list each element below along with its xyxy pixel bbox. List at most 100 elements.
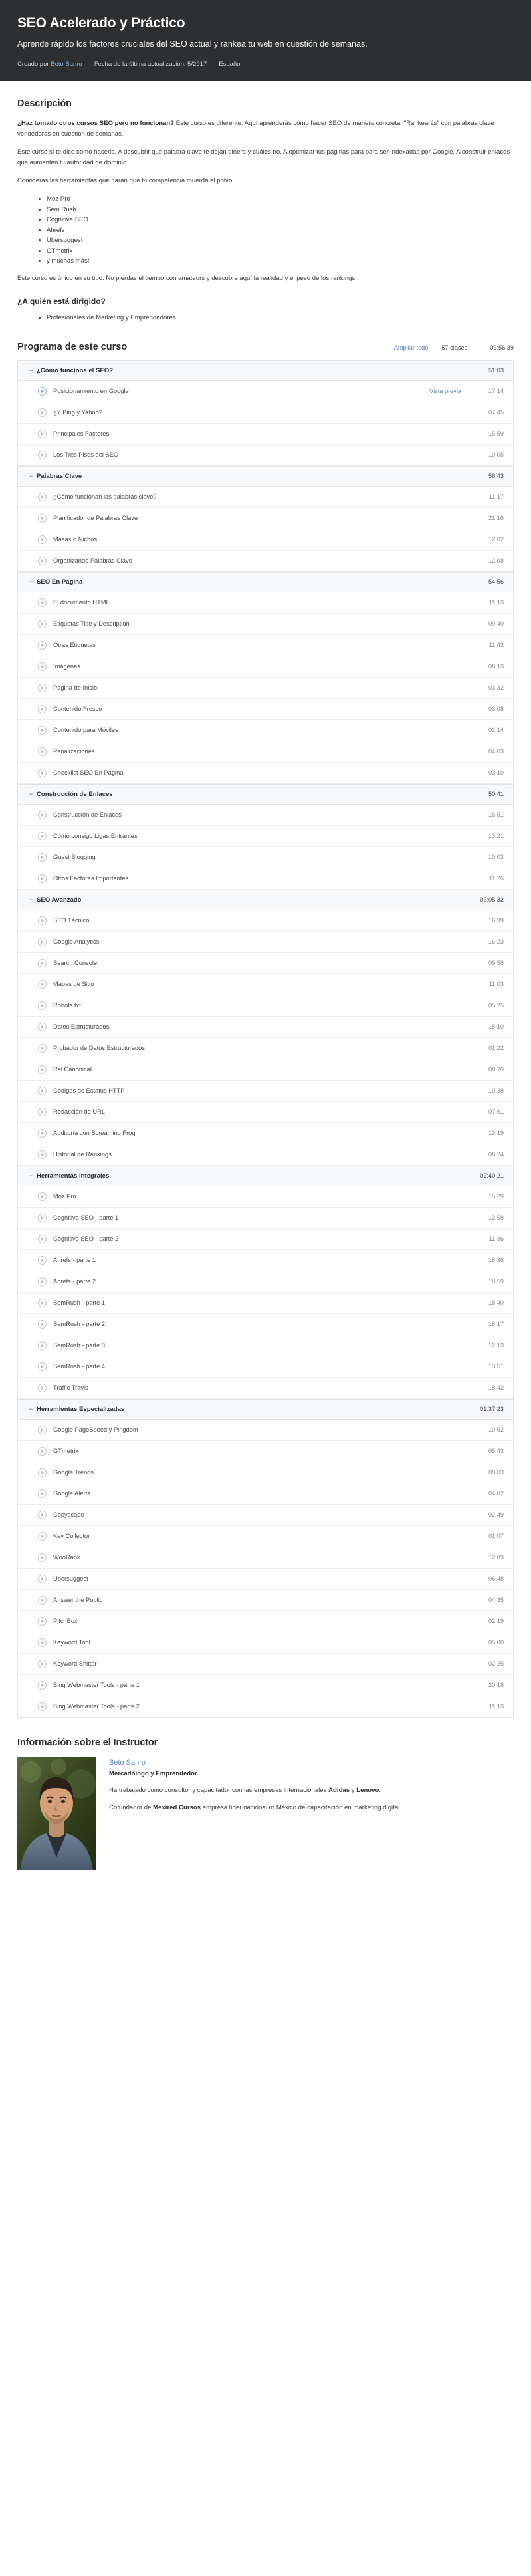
lecture-row[interactable]: SemRush - parte 1 18:40 xyxy=(18,1292,513,1314)
lecture-row[interactable]: Ahrefs - parte 1 18:36 xyxy=(18,1249,513,1271)
play-circle-icon xyxy=(38,1468,47,1477)
author-link[interactable]: Beto Sanro xyxy=(51,61,82,68)
collapse-toggle-icon[interactable]: – xyxy=(29,472,37,480)
section-header[interactable]: – ¿Cómo funciona el SEO? 51:03 xyxy=(18,360,513,381)
lecture-row[interactable]: El documento HTML 11:13 xyxy=(18,592,513,614)
lecture-row[interactable]: Google Alerts 04:02 xyxy=(18,1483,513,1505)
lecture-row[interactable]: Copyscape 02:49 xyxy=(18,1504,513,1526)
lecture-row[interactable]: Bing Webmaster Tools - parte 2 11:13 xyxy=(18,1696,513,1717)
instructor-bio-1: Ha trabajado como consultor y capacitado… xyxy=(109,1785,514,1796)
lecture-row[interactable]: Ubersuggest 06:48 xyxy=(18,1568,513,1590)
lecture-row[interactable]: SEO Técnico 16:39 xyxy=(18,910,513,932)
curriculum-header: Programa de este curso Ampliar todo 57 c… xyxy=(17,342,514,352)
section-header[interactable]: – Palabras Clave 56:43 xyxy=(18,465,513,487)
lecture-row[interactable]: Bing Webmaster Tools - parte 1 20:18 xyxy=(18,1674,513,1696)
lecture-row[interactable]: PitchBox 02:19 xyxy=(18,1610,513,1632)
lecture-row[interactable]: Cómo consigo Ligas Entrantes 13:21 xyxy=(18,825,513,847)
lecture-row[interactable]: SemRush - parte 2 18:17 xyxy=(18,1313,513,1335)
lecture-row[interactable]: WooRank 12:09 xyxy=(18,1547,513,1569)
lecture-row[interactable]: Penalizaciones 04:03 xyxy=(18,741,513,763)
lecture-row[interactable]: Search Console 09:58 xyxy=(18,952,513,974)
collapse-toggle-icon[interactable]: – xyxy=(29,578,37,586)
lecture-row[interactable]: Rel Canonical 08:20 xyxy=(18,1059,513,1081)
play-circle-icon xyxy=(38,1192,47,1201)
lecture-row[interactable]: Historial de Rankings 06:24 xyxy=(18,1144,513,1166)
section-duration: 50:41 xyxy=(488,791,504,798)
play-icon xyxy=(38,429,47,438)
lecture-row[interactable]: Mapas de Sitio 11:03 xyxy=(18,973,513,995)
play-circle-icon xyxy=(38,768,47,777)
collapse-toggle-icon[interactable]: – xyxy=(29,1172,37,1180)
lecture-row[interactable]: ¿Y Bing y Yahoo? 07:45 xyxy=(18,402,513,424)
lecture-row[interactable]: Guest Blogging 10:03 xyxy=(18,846,513,868)
lecture-row[interactable]: Checklist SEO En Página 03:10 xyxy=(18,762,513,784)
lecture-row[interactable]: Datos Estructurados 18:10 xyxy=(18,1016,513,1038)
lecture-row[interactable]: Otros Factores Importantes 11:26 xyxy=(18,868,513,890)
lecture-title: Contenido Fresco xyxy=(53,706,102,713)
instructor-name-link[interactable]: Beto Sanro xyxy=(109,1759,514,1767)
lecture-row[interactable]: GTmetrix 05:43 xyxy=(18,1440,513,1462)
lecture-row[interactable]: Pagina de Inicio 03:32 xyxy=(18,677,513,699)
lecture-row[interactable]: Imágenes 06:13 xyxy=(18,656,513,678)
lecture-row[interactable]: Moz Pro 15:29 xyxy=(18,1186,513,1208)
preview-link[interactable]: Vista previa xyxy=(429,388,461,394)
play-circle-icon xyxy=(38,1595,47,1605)
lecture-duration: 06:24 xyxy=(488,1151,504,1158)
lecture-row[interactable]: Construcción de Enlaces 15:51 xyxy=(18,804,513,826)
lecture-row[interactable]: Keyword Tool 05:00 xyxy=(18,1632,513,1654)
lecture-row[interactable]: Principales Factores 15:59 xyxy=(18,423,513,445)
lecture-row[interactable]: Cognitive SEO - parte 2 11:36 xyxy=(18,1228,513,1250)
lecture-duration: 02:14 xyxy=(488,727,504,734)
section-header[interactable]: – SEO Avanzado 02:05:32 xyxy=(18,889,513,910)
section-header[interactable]: – Herramientas Especializadas 01:37:23 xyxy=(18,1398,513,1420)
lecture-title: Probador de Datos Estructurados xyxy=(53,1045,145,1052)
lecture-row[interactable]: Organizando Palabras Clave 12:08 xyxy=(18,550,513,572)
collapse-toggle-icon[interactable]: – xyxy=(29,790,37,798)
play-icon xyxy=(38,1107,47,1116)
lecture-row[interactable]: Planificador de Palabras Clave 21:16 xyxy=(18,507,513,529)
lecture-row[interactable]: Google Trends 08:03 xyxy=(18,1462,513,1483)
lecture-row[interactable]: SemRush - parte 4 13:51 xyxy=(18,1356,513,1378)
play-icon xyxy=(38,1086,47,1095)
section-duration: 02:05:32 xyxy=(480,896,504,904)
lecture-duration: 15:29 xyxy=(488,1193,504,1200)
lecture-duration: 04:02 xyxy=(488,1490,504,1497)
lecture-row[interactable]: Posicionamiento en Google Vista previa 17:… xyxy=(18,380,513,402)
lecture-row[interactable]: ¿Cómo funcionan las palabras clave? 11:17 xyxy=(18,486,513,508)
lecture-row[interactable]: Contenido Fresco 03:08 xyxy=(18,698,513,720)
lecture-title: GTmetrix xyxy=(53,1448,79,1455)
tools-list: Moz ProSem RushCognitive SEOAhrefsUbersu… xyxy=(17,194,514,267)
lecture-row[interactable]: Traffic Travis 18:42 xyxy=(18,1377,513,1399)
collapse-toggle-icon[interactable]: – xyxy=(29,1405,37,1413)
lecture-row[interactable]: Probador de Datos Estructurados 01:22 xyxy=(18,1037,513,1059)
lecture-duration: 02:19 xyxy=(488,1618,504,1625)
expand-all-link[interactable]: Ampliar todo xyxy=(394,344,429,351)
play-circle-icon xyxy=(38,1446,47,1456)
lecture-title: Posicionamiento en Google xyxy=(53,388,129,395)
lecture-row[interactable]: Google PageSpeed y Pingdom 10:52 xyxy=(18,1419,513,1441)
lecture-row[interactable]: Cognitive SEO - parte 1 13:58 xyxy=(18,1207,513,1229)
lecture-row[interactable]: Google Analytics 16:23 xyxy=(18,931,513,953)
lecture-row[interactable]: Key Collector 01:07 xyxy=(18,1525,513,1547)
lecture-row[interactable]: Masas o Nichos 12:02 xyxy=(18,529,513,551)
play-circle-icon xyxy=(38,556,47,565)
section-header[interactable]: – Herramientas Integrales 02:40:21 xyxy=(18,1165,513,1186)
lecture-row[interactable]: Auditoría con Screaming Frog 13:19 xyxy=(18,1122,513,1144)
lecture-row[interactable]: Redacción de URL 07:51 xyxy=(18,1101,513,1123)
section-duration: 54:56 xyxy=(488,579,504,586)
section-header[interactable]: – Construcción de Enlaces 50:41 xyxy=(18,783,513,805)
collapse-toggle-icon[interactable]: – xyxy=(29,366,37,374)
lecture-row[interactable]: Los Tres Pisos del SEO 10:05 xyxy=(18,444,513,466)
lecture-row[interactable]: Robots.txt 05:25 xyxy=(18,995,513,1017)
lecture-row[interactable]: Etiquetas Title y Description 09:40 xyxy=(18,613,513,635)
lecture-row[interactable]: Answer the Public 04:35 xyxy=(18,1589,513,1611)
lecture-row[interactable]: SemRush - parte 3 12:13 xyxy=(18,1335,513,1356)
lecture-row[interactable]: Códigos de Estatus HTTP 10:38 xyxy=(18,1080,513,1102)
collapse-toggle-icon[interactable]: – xyxy=(29,896,37,904)
lecture-row[interactable]: Contenido para Móviles 02:14 xyxy=(18,719,513,741)
section-header[interactable]: – SEO En Página 54:56 xyxy=(18,571,513,592)
lecture-row[interactable]: Otras Etiquetas 11:43 xyxy=(18,634,513,656)
lecture-row[interactable]: Keyword Shitter 02:25 xyxy=(18,1653,513,1675)
lecture-row[interactable]: Ahrefs - parte 2 18:59 xyxy=(18,1271,513,1293)
lecture-title: PitchBox xyxy=(53,1618,78,1625)
